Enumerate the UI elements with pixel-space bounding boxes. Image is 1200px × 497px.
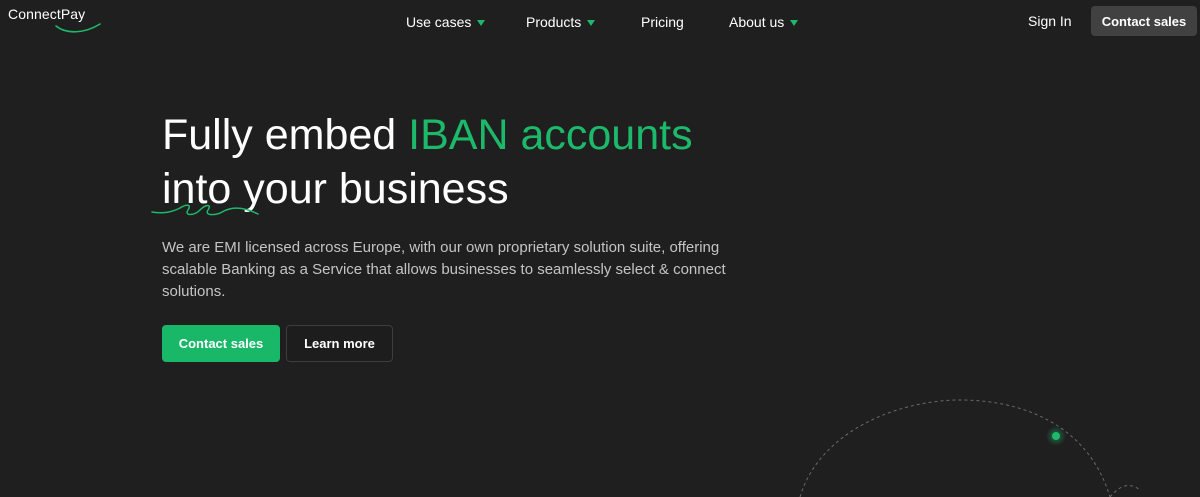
nav-item-use-cases[interactable]: Use cases	[406, 13, 486, 31]
orbit-decoration	[799, 399, 1141, 497]
nav-contact-sales-button[interactable]: Contact sales	[1091, 6, 1197, 36]
orbit-dot	[1052, 432, 1060, 440]
top-navigation: ConnectPay Use cases Products Pricing Ab…	[0, 0, 1200, 43]
caret-down-icon	[790, 19, 799, 26]
nav-item-label: About us	[729, 14, 785, 30]
hero-subtitle: We are EMI licensed across Europe, with …	[162, 239, 726, 300]
nav-item-about-us[interactable]: About us	[729, 13, 799, 31]
nav-item-label: Use cases	[406, 14, 472, 30]
nav-item-products[interactable]: Products	[526, 13, 596, 31]
caret-down-icon	[587, 19, 596, 26]
sign-in-link[interactable]: Sign In	[1028, 13, 1072, 29]
caret-down-icon	[477, 19, 486, 26]
nav-item-label: Products	[526, 14, 582, 30]
logo-text: ConnectPay	[8, 6, 86, 22]
hero-title-accent: IBAN accounts	[408, 111, 693, 159]
logo-swoosh-icon	[55, 23, 101, 33]
connectpay-logo[interactable]: ConnectPay	[8, 6, 101, 34]
contact-sales-button[interactable]: Contact sales	[162, 325, 280, 362]
nav-item-label: Pricing	[641, 14, 684, 30]
hero-title-part1: Fully embed	[162, 111, 409, 159]
learn-more-button[interactable]: Learn more	[286, 325, 393, 362]
underline-swoosh-icon	[151, 204, 259, 216]
nav-item-pricing[interactable]: Pricing	[641, 13, 684, 31]
